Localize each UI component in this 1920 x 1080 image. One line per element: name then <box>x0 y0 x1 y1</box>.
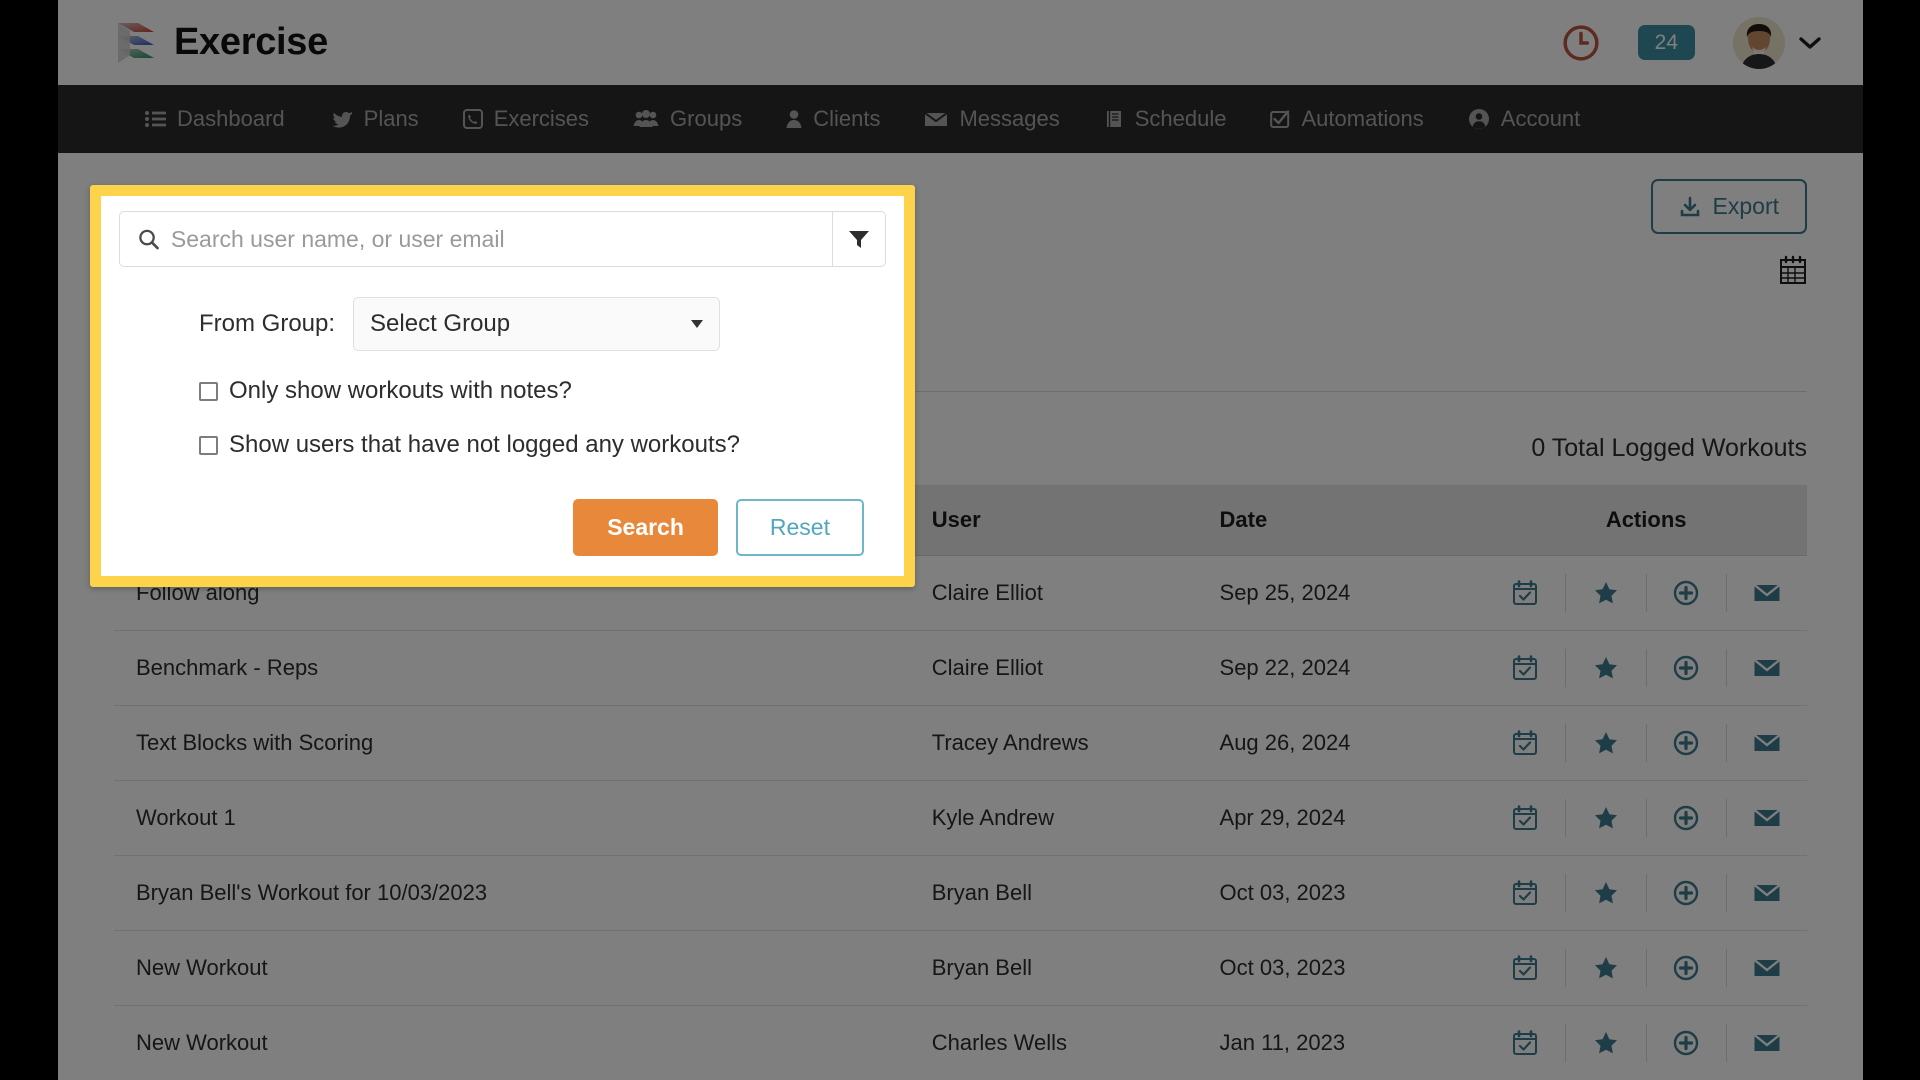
checkbox-row-notes[interactable]: Only show workouts with notes? <box>119 377 886 405</box>
modal-button-row: Search Reset <box>119 499 886 556</box>
checkbox-label-show-unlogged: Show users that have not logged any work… <box>229 431 740 458</box>
from-group-label: From Group: <box>199 310 336 337</box>
search-input[interactable] <box>170 225 814 253</box>
search-icon <box>139 229 159 250</box>
filter-icon <box>849 231 869 248</box>
from-group-row: From Group: Select Group <box>119 267 886 351</box>
checkbox-label-only-notes: Only show workouts with notes? <box>229 377 572 404</box>
app-window: Exercise 24 <box>58 0 1863 1080</box>
checkbox-only-notes[interactable] <box>199 381 218 401</box>
group-select-value: Select Group <box>370 310 511 337</box>
search-button[interactable]: Search <box>573 499 718 556</box>
reset-button[interactable]: Reset <box>735 499 864 556</box>
chevron-down-icon <box>691 320 704 328</box>
search-modal-highlight: From Group: Select Group Only show worko… <box>90 185 915 587</box>
search-row <box>119 211 886 267</box>
search-filter-modal: From Group: Select Group Only show worko… <box>101 196 904 576</box>
search-field[interactable] <box>119 211 832 267</box>
group-select[interactable]: Select Group <box>353 297 721 351</box>
checkbox-show-unlogged[interactable] <box>199 435 218 455</box>
checkbox-row-unlogged[interactable]: Show users that have not logged any work… <box>119 431 886 459</box>
filter-toggle-button[interactable] <box>832 211 886 267</box>
